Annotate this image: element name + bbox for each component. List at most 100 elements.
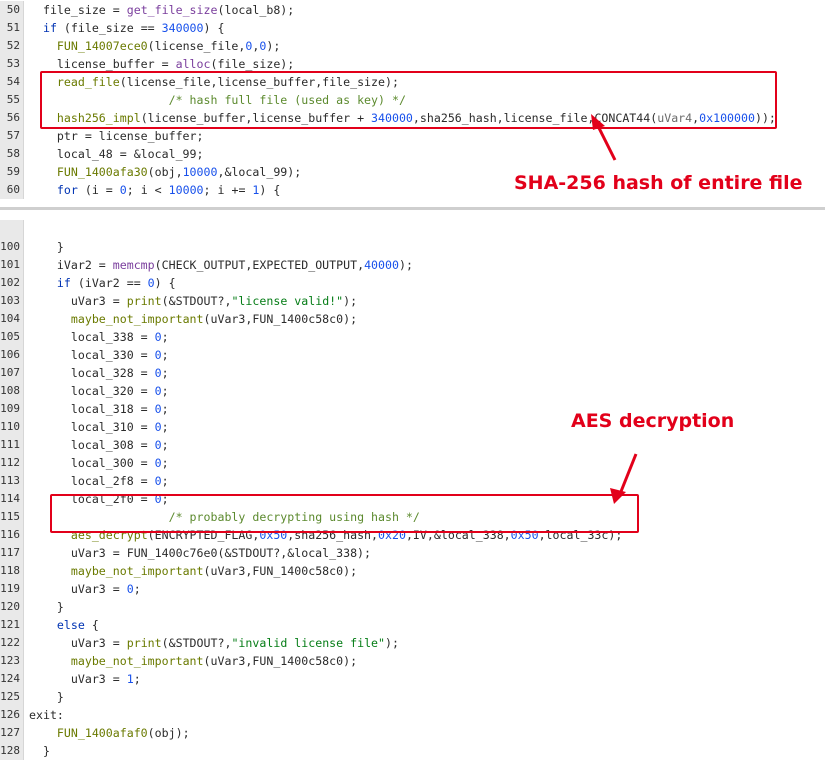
code-token: 0 (154, 402, 162, 416)
code-line: 127 FUN_1400afaf0(obj); (0, 724, 825, 742)
code-token: ; (161, 366, 169, 380)
line-number: 124 (0, 670, 24, 688)
code-text: if (iVar2 == 0) { (29, 274, 176, 292)
code-text: uVar3 = FUN_1400c76e0(&STDOUT?,&local_33… (29, 544, 371, 562)
line-number: 116 (0, 526, 24, 544)
code-text: local_48 = &local_99; (29, 145, 204, 163)
code-token: } (29, 690, 64, 704)
code-text: else { (29, 616, 99, 634)
line-number: 107 (0, 364, 24, 382)
code-token: 10000 (168, 183, 204, 197)
code-token: ; (161, 330, 169, 344)
code-line: 117 uVar3 = FUN_1400c76e0(&STDOUT?,&loca… (0, 544, 825, 562)
code-token: 0 (154, 420, 162, 434)
line-number: 59 (0, 163, 24, 181)
code-token: ); (398, 258, 413, 272)
code-token: uVar3 = FUN_1400c76e0(&STDOUT?,&local_33… (29, 546, 372, 560)
line-number: 109 (0, 400, 24, 418)
decompiler-code-bottom: 100 } 101 iVar2 = memcmp(CHECK_OUTPUT,EXP… (0, 220, 825, 760)
code-token: local_338 = (29, 330, 155, 344)
code-token: } (29, 240, 64, 254)
code-token: maybe_not_important (70, 654, 204, 668)
line-number: 52 (0, 37, 24, 55)
code-text: local_328 = 0; (29, 364, 169, 382)
code-line: 111 local_308 = 0; (0, 436, 825, 454)
line-number: 57 (0, 127, 24, 145)
line-number: 54 (0, 73, 24, 91)
code-line: 108 local_320 = 0; (0, 382, 825, 400)
line-number: 51 (0, 19, 24, 37)
code-token: uVar3 = (29, 294, 127, 308)
code-token: uVar3 = (29, 582, 127, 596)
code-token: 340000 (161, 21, 204, 35)
line-number: 55 (0, 91, 24, 109)
code-text: local_338 = 0; (29, 328, 169, 346)
code-token: 0 (154, 438, 162, 452)
code-line: 102 if (iVar2 == 0) { (0, 274, 825, 292)
code-line: 52 FUN_14007ece0(license_file,0,0); (0, 37, 825, 55)
code-line: 123 maybe_not_important(uVar3,FUN_1400c5… (0, 652, 825, 670)
code-token: exit: (29, 708, 64, 722)
code-text: FUN_1400afa30(obj,10000,&local_99); (29, 163, 301, 181)
code-text: local_308 = 0; (29, 436, 169, 454)
code-token: ; i += (203, 183, 253, 197)
code-token: ,&local_99); (217, 165, 302, 179)
code-text: local_330 = 0; (29, 346, 169, 364)
code-token: ) { (203, 21, 225, 35)
code-line: 107 local_328 = 0; (0, 364, 825, 382)
code-token: ; (161, 420, 169, 434)
code-text: } (29, 238, 64, 256)
code-line: 120 } (0, 598, 825, 616)
code-text: uVar3 = 1; (29, 670, 141, 688)
code-token: "invalid license file" (231, 636, 386, 650)
code-token: alloc (175, 57, 211, 71)
code-separator (0, 207, 825, 210)
code-token: license_buffer = (29, 57, 176, 71)
code-token: ; (161, 474, 169, 488)
aes-highlight-box (50, 494, 639, 533)
code-token: ; (133, 582, 141, 596)
code-text: } (29, 688, 64, 706)
code-token: uVar3 = (29, 636, 127, 650)
code-token: ) { (154, 276, 176, 290)
code-text: maybe_not_important(uVar3,FUN_1400c58c0)… (29, 652, 357, 670)
line-number: 103 (0, 292, 24, 310)
code-token: 10000 (182, 165, 218, 179)
line-number: 115 (0, 508, 24, 526)
line-number: 102 (0, 274, 24, 292)
line-number: 58 (0, 145, 24, 163)
code-text: local_300 = 0; (29, 454, 169, 472)
code-token: memcmp (112, 258, 155, 272)
code-line: 105 local_338 = 0; (0, 328, 825, 346)
sha-annotation-label: SHA-256 hash of entire file (514, 172, 803, 194)
line-number: 53 (0, 55, 24, 73)
code-text: } (29, 598, 64, 616)
line-number: 111 (0, 436, 24, 454)
code-token: (uVar3,FUN_1400c58c0); (203, 564, 358, 578)
code-token: ; (161, 402, 169, 416)
code-text: uVar3 = print(&STDOUT?,"invalid license … (29, 634, 399, 652)
code-text: exit: (29, 706, 64, 724)
line-number: 118 (0, 562, 24, 580)
code-token: ); (385, 636, 399, 650)
code-token: (iVar2 == (70, 276, 148, 290)
code-line: 119 uVar3 = 0; (0, 580, 825, 598)
code-token: get_file_size (126, 3, 218, 17)
code-token: (license_file, (147, 39, 246, 53)
code-token: 0 (154, 330, 162, 344)
code-token: { (84, 618, 99, 632)
code-token: maybe_not_important (70, 564, 204, 578)
code-token: local_330 = (29, 348, 155, 362)
code-token: 0 (154, 456, 162, 470)
line-number: 126 (0, 706, 24, 724)
code-token: print (126, 636, 162, 650)
code-token: (uVar3,FUN_1400c58c0); (203, 312, 358, 326)
line-number: 110 (0, 418, 24, 436)
code-text: maybe_not_important(uVar3,FUN_1400c58c0)… (29, 562, 357, 580)
code-line: 121 else { (0, 616, 825, 634)
line-number: 56 (0, 109, 24, 127)
